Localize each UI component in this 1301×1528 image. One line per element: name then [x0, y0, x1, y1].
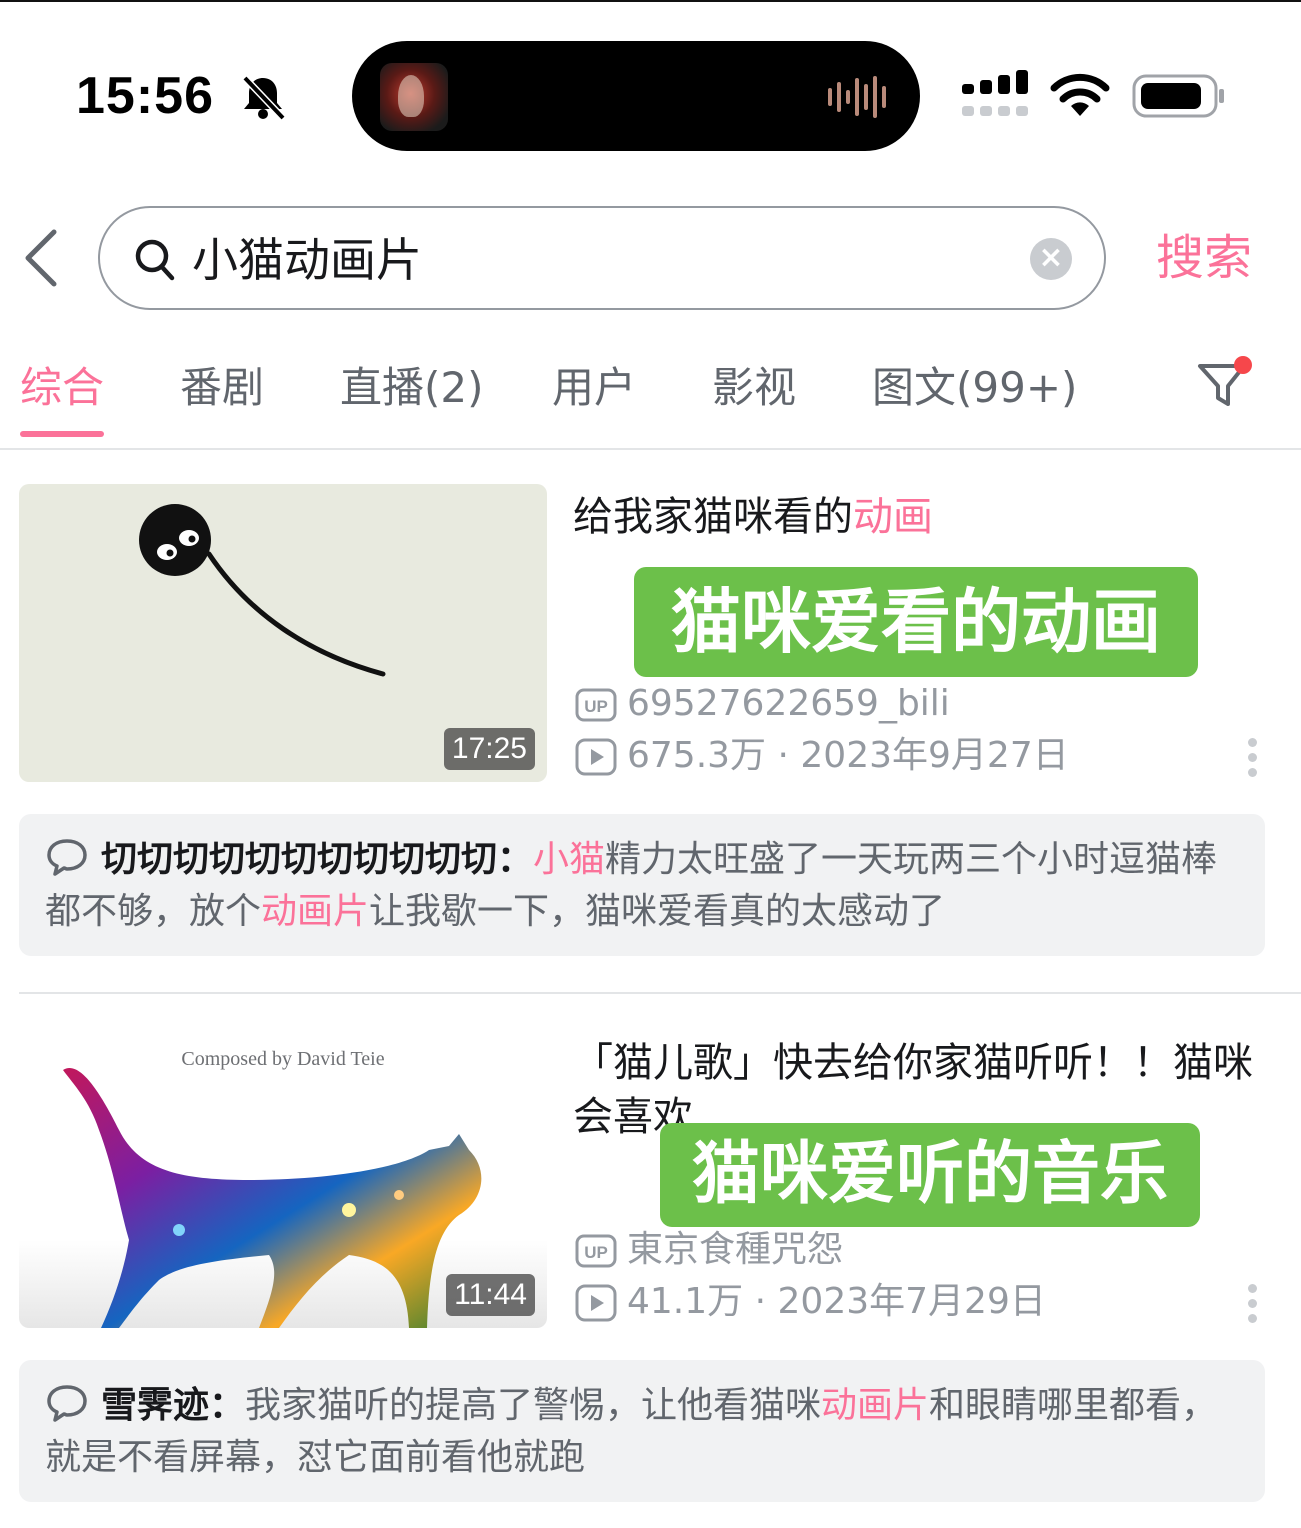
thumbnail-caption: Composed by David Teie — [181, 1048, 385, 1070]
comment-icon — [47, 1385, 87, 1422]
uploader-name: 69527622659_bili — [627, 683, 950, 724]
comment-text: 我家猫听的提高了警惕，让他看猫咪 — [245, 1385, 822, 1426]
publish-date: 2023年7月29日 — [777, 1281, 1046, 1322]
video-thumbnail[interactable]: Composed by David Teie 11:44 — [19, 1030, 547, 1328]
meta-separator: · — [743, 1281, 778, 1322]
more-options-icon[interactable] — [1246, 738, 1258, 778]
dynamic-island[interactable] — [352, 41, 920, 151]
video-thumbnail[interactable]: 17:25 — [19, 484, 547, 782]
comment-snippet[interactable]: 切切切切切切切切切切切：小猫精力太旺盛了一天玩两三个小时逗猫棒都不够，放个动画片… — [19, 814, 1265, 956]
battery-icon — [1132, 74, 1224, 118]
comment-snippet[interactable]: 雪霁迹：我家猫听的提高了警惕，让他看猫咪动画片和眼睛哪里都看，就是不看屏幕，怼它… — [19, 1360, 1265, 1502]
comment-highlight: 动画片 — [261, 891, 370, 932]
title-text: 给我家猫咪看的 — [573, 494, 853, 540]
view-count: 675.3万 — [627, 735, 767, 776]
up-badge-icon: UP — [575, 688, 617, 722]
comment-user: 雪霁迹： — [101, 1385, 246, 1426]
video-title[interactable]: 给我家猫咪看的动画 — [573, 490, 1273, 544]
tab-anime[interactable]: 番剧 — [180, 360, 264, 416]
audio-waveform-icon — [828, 76, 886, 118]
play-count-icon — [575, 1284, 617, 1322]
stats-row: 41.1万 · 2023年7月29日 — [575, 1278, 1046, 1326]
svg-text:UP: UP — [584, 1243, 608, 1262]
tab-film[interactable]: 影视 — [712, 360, 796, 416]
comment-text: 让我歇一下，猫咪爱看真的太感动了 — [369, 891, 946, 932]
active-tab-indicator — [20, 431, 104, 437]
uploader-row[interactable]: UP 69527622659_bili — [575, 680, 950, 728]
stats-row: 675.3万 · 2023年9月27日 — [575, 732, 1069, 780]
tab-all[interactable]: 综合 — [20, 360, 104, 416]
view-count: 41.1万 — [627, 1281, 744, 1322]
search-icon — [135, 239, 175, 281]
publish-date: 2023年9月27日 — [800, 735, 1069, 776]
tab-users[interactable]: 用户 — [552, 360, 636, 416]
video-duration: 11:44 — [446, 1274, 535, 1316]
result-tabs: 综合 番剧 直播(2) 用户 影视 图文(99+) — [0, 350, 1301, 450]
search-query[interactable]: 小猫动画片 — [192, 232, 422, 288]
uploader-name: 東京食種咒怨 — [627, 1229, 844, 1270]
overlay-caption: 猫咪爱听的音乐 — [660, 1123, 1200, 1227]
uploader-row[interactable]: UP 東京食種咒怨 — [575, 1226, 843, 1274]
status-time: 15:56 — [76, 67, 214, 125]
comment-user: 切切切切切切切切切切切： — [101, 839, 534, 880]
wifi-icon — [1050, 73, 1110, 116]
tab-live[interactable]: 直播(2) — [340, 360, 484, 416]
comment-icon — [47, 839, 87, 876]
result-divider — [19, 992, 1301, 994]
svg-text:UP: UP — [584, 697, 608, 716]
status-bar: 15:56 — [0, 0, 1301, 170]
meta-separator: · — [766, 735, 801, 776]
overlay-caption: 猫咪爱看的动画 — [634, 567, 1198, 677]
search-button[interactable]: 搜索 — [1156, 226, 1252, 290]
comment-highlight: 小猫 — [533, 839, 606, 880]
play-count-icon — [575, 738, 617, 776]
back-arrow-icon[interactable] — [22, 228, 62, 288]
now-playing-artwork — [380, 63, 448, 131]
more-options-icon[interactable] — [1246, 1284, 1258, 1324]
bell-slash-icon — [242, 75, 286, 121]
comment-highlight: 动画片 — [821, 1385, 930, 1426]
clear-icon[interactable]: × — [1030, 238, 1072, 280]
signal-icon — [962, 70, 1028, 116]
filter-badge-dot — [1234, 356, 1252, 374]
title-highlight: 动画 — [853, 494, 933, 540]
search-input[interactable]: 小猫动画片 × — [98, 206, 1106, 310]
tab-articles[interactable]: 图文(99+) — [872, 360, 1077, 416]
up-badge-icon: UP — [575, 1234, 617, 1268]
video-duration: 17:25 — [443, 728, 535, 770]
